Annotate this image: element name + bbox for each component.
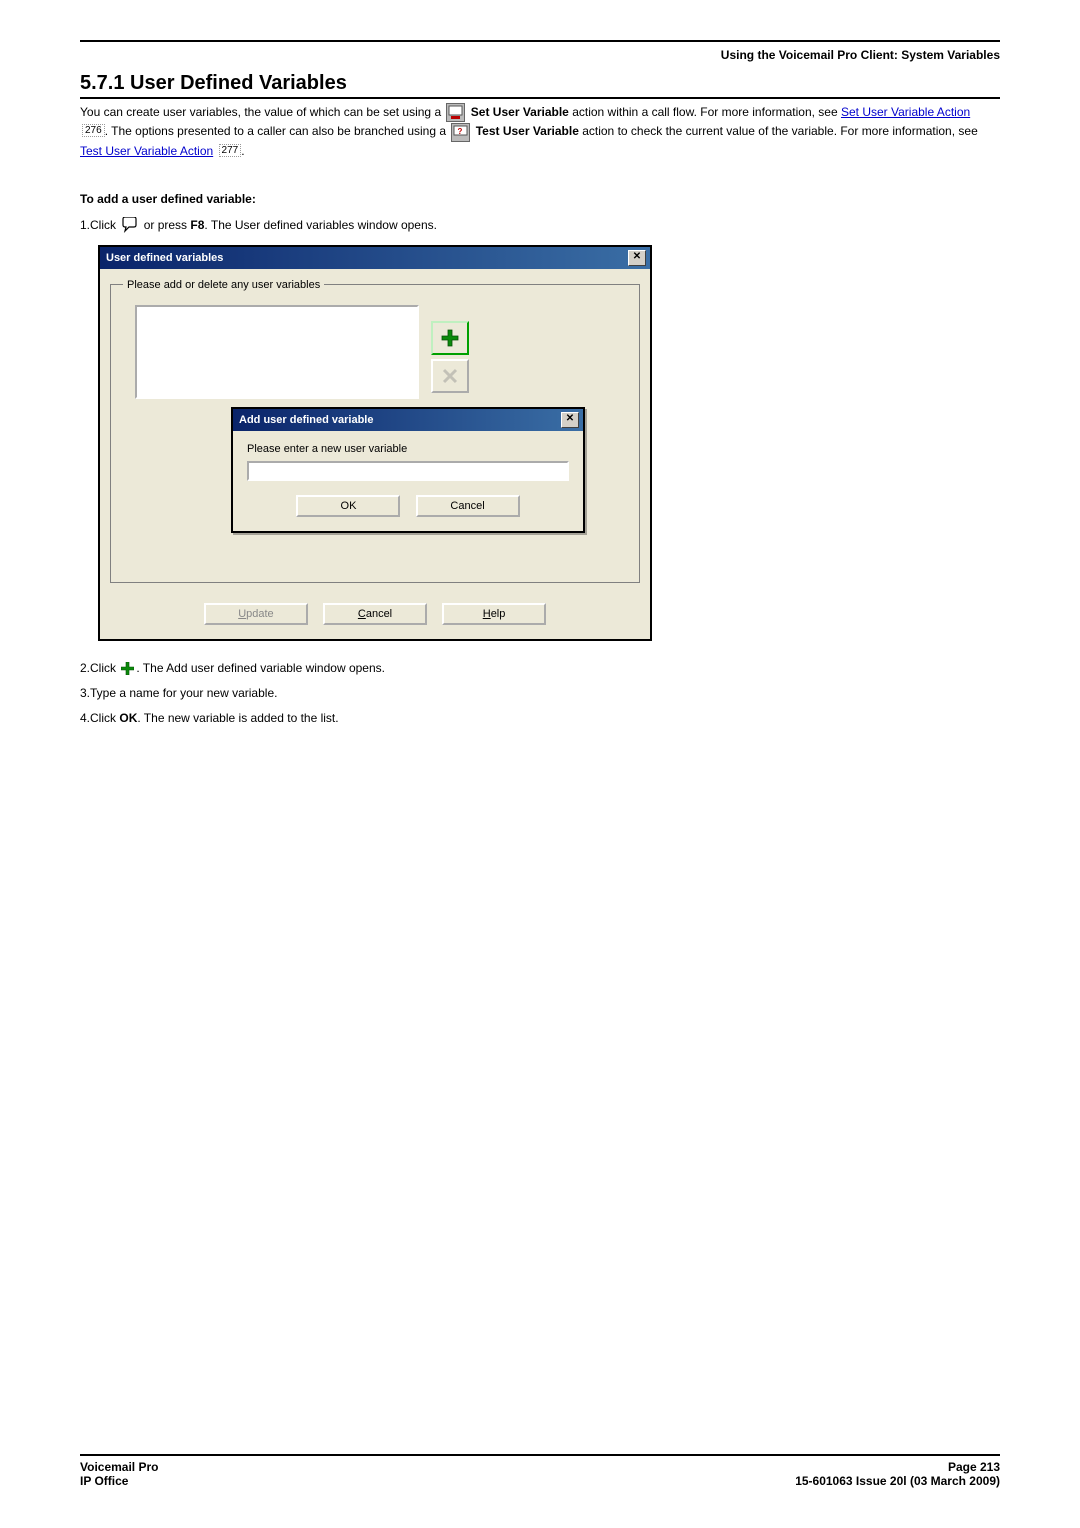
page-header: Using the Voicemail Pro Client: System V… [80, 40, 1000, 62]
step-1: 1.Click or press F8. The User defined va… [80, 216, 1000, 235]
xref-page-276: 276 [82, 124, 105, 137]
nested-prompt: Please enter a new user variable [247, 443, 569, 455]
add-button[interactable] [431, 321, 469, 355]
page-footer: Voicemail Pro Page 213 IP Office 15-6010… [80, 1454, 1000, 1488]
step-3: 3.Type a name for your new variable. [80, 684, 1000, 703]
procedure-heading: To add a user defined variable: [80, 190, 1000, 208]
update-button[interactable]: Update [204, 603, 308, 625]
new-variable-input[interactable] [247, 461, 569, 481]
groupbox-legend: Please add or delete any user variables [123, 279, 324, 291]
intro-paragraph: You can create user variables, the value… [80, 103, 1000, 160]
close-icon[interactable]: ✕ [561, 412, 579, 428]
footer-right-2: 15-601063 Issue 20l (03 March 2009) [795, 1474, 1000, 1488]
user-defined-variables-window: User defined variables ✕ Please add or d… [98, 245, 652, 641]
plus-small-icon [121, 662, 134, 675]
footer-left-1: Voicemail Pro [80, 1460, 158, 1474]
nested-window-title: Add user defined variable [239, 414, 373, 426]
footer-left-2: IP Office [80, 1474, 128, 1488]
ok-button[interactable]: OK [296, 495, 400, 517]
window-title: User defined variables [106, 252, 223, 264]
delete-button[interactable] [431, 359, 469, 393]
set-user-variable-icon [446, 103, 465, 122]
step-2: 2.Click . The Add user defined variable … [80, 659, 1000, 678]
link-set-user-variable-action[interactable]: Set User Variable Action [841, 105, 970, 119]
cancel-button-outer[interactable]: Cancel [323, 603, 427, 625]
link-test-user-variable-action[interactable]: Test User Variable Action [80, 144, 213, 158]
add-user-defined-variable-dialog: Add user defined variable ✕ Please enter… [231, 407, 585, 533]
delete-x-icon [441, 367, 459, 385]
footer-right-1: Page 213 [948, 1460, 1000, 1474]
test-user-variable-icon: ? [451, 123, 470, 142]
xref-page-277: 277 [219, 144, 242, 157]
speech-bubble-icon [121, 217, 138, 234]
cancel-button[interactable]: Cancel [416, 495, 520, 517]
close-icon[interactable]: ✕ [628, 250, 646, 266]
plus-icon [441, 329, 459, 347]
breadcrumb: Using the Voicemail Pro Client: System V… [80, 48, 1000, 62]
section-heading: 5.7.1 User Defined Variables [80, 72, 1000, 99]
step-4: 4.Click OK. The new variable is added to… [80, 709, 1000, 728]
help-button[interactable]: Help [442, 603, 546, 625]
variables-listbox[interactable] [135, 305, 419, 399]
svg-text:?: ? [458, 127, 463, 136]
